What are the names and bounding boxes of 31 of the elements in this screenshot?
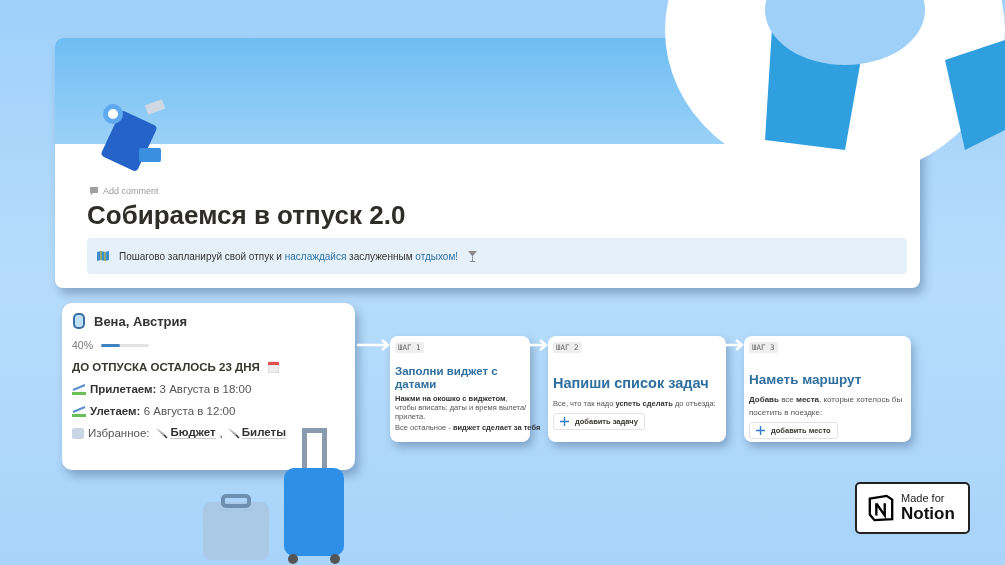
progress-reading: 40%: [72, 339, 93, 351]
favorites-label: Избранное:: [88, 426, 150, 439]
link[interactable]: наслаждайся: [284, 250, 347, 262]
step-title: Заполни виджет с датами: [395, 365, 499, 391]
link[interactable]: отдыхом!: [415, 250, 459, 262]
page-title: Собираемся в отпуск 2.0: [87, 200, 407, 230]
notion-logo-icon: [867, 494, 895, 522]
page-link[interactable]: Бюджет: [155, 426, 216, 439]
plus-icon: [560, 417, 569, 426]
suitcase-drawing: [203, 494, 269, 560]
step-text: Добавь все места, которые хотелось бы посетить в поездке:: [749, 394, 904, 419]
flight-time-text: Улетаем: 6 Августа в 12:00: [90, 404, 236, 417]
comment-icon: [89, 186, 99, 196]
plus-icon: [756, 426, 765, 435]
window-icon: [72, 312, 86, 330]
map-icon: [97, 251, 109, 261]
badge-brand: Notion: [901, 504, 955, 524]
flight-time-text: Прилетаем: 3 Августа в 18:00: [90, 382, 252, 395]
page-link[interactable]: Билеты: [226, 426, 286, 439]
step-title: Напиши список задач: [553, 375, 709, 391]
separator-text: ,: [219, 426, 223, 439]
countdown-text: ДО ОТПУСКА ОСТАЛОСЬ 23 ДНЯ: [72, 360, 260, 373]
progress-bar: [101, 343, 149, 347]
widget-title: Вена, Австрия: [94, 313, 188, 329]
cocktail-icon: [468, 249, 478, 263]
calendar-icon: [267, 360, 279, 373]
badge-caption: Made for: [901, 492, 946, 504]
step-title: Наметь маршрут: [749, 372, 862, 387]
callout-text: Пошагово запланируй свой отпук и наслаждайся заслуженным отдыхом!: [119, 250, 459, 262]
book-icon: [72, 426, 84, 439]
widget-card[interactable]: Вена, Австрия 40% ДО ОТПУСКА ОСТАЛОСЬ 23 ДНЯ Прилетаем: 3 Августа в 18:00 Улетаем: 6 Августа в 12:00 Избранное: Бюджет , Билеты: [62, 303, 355, 470]
